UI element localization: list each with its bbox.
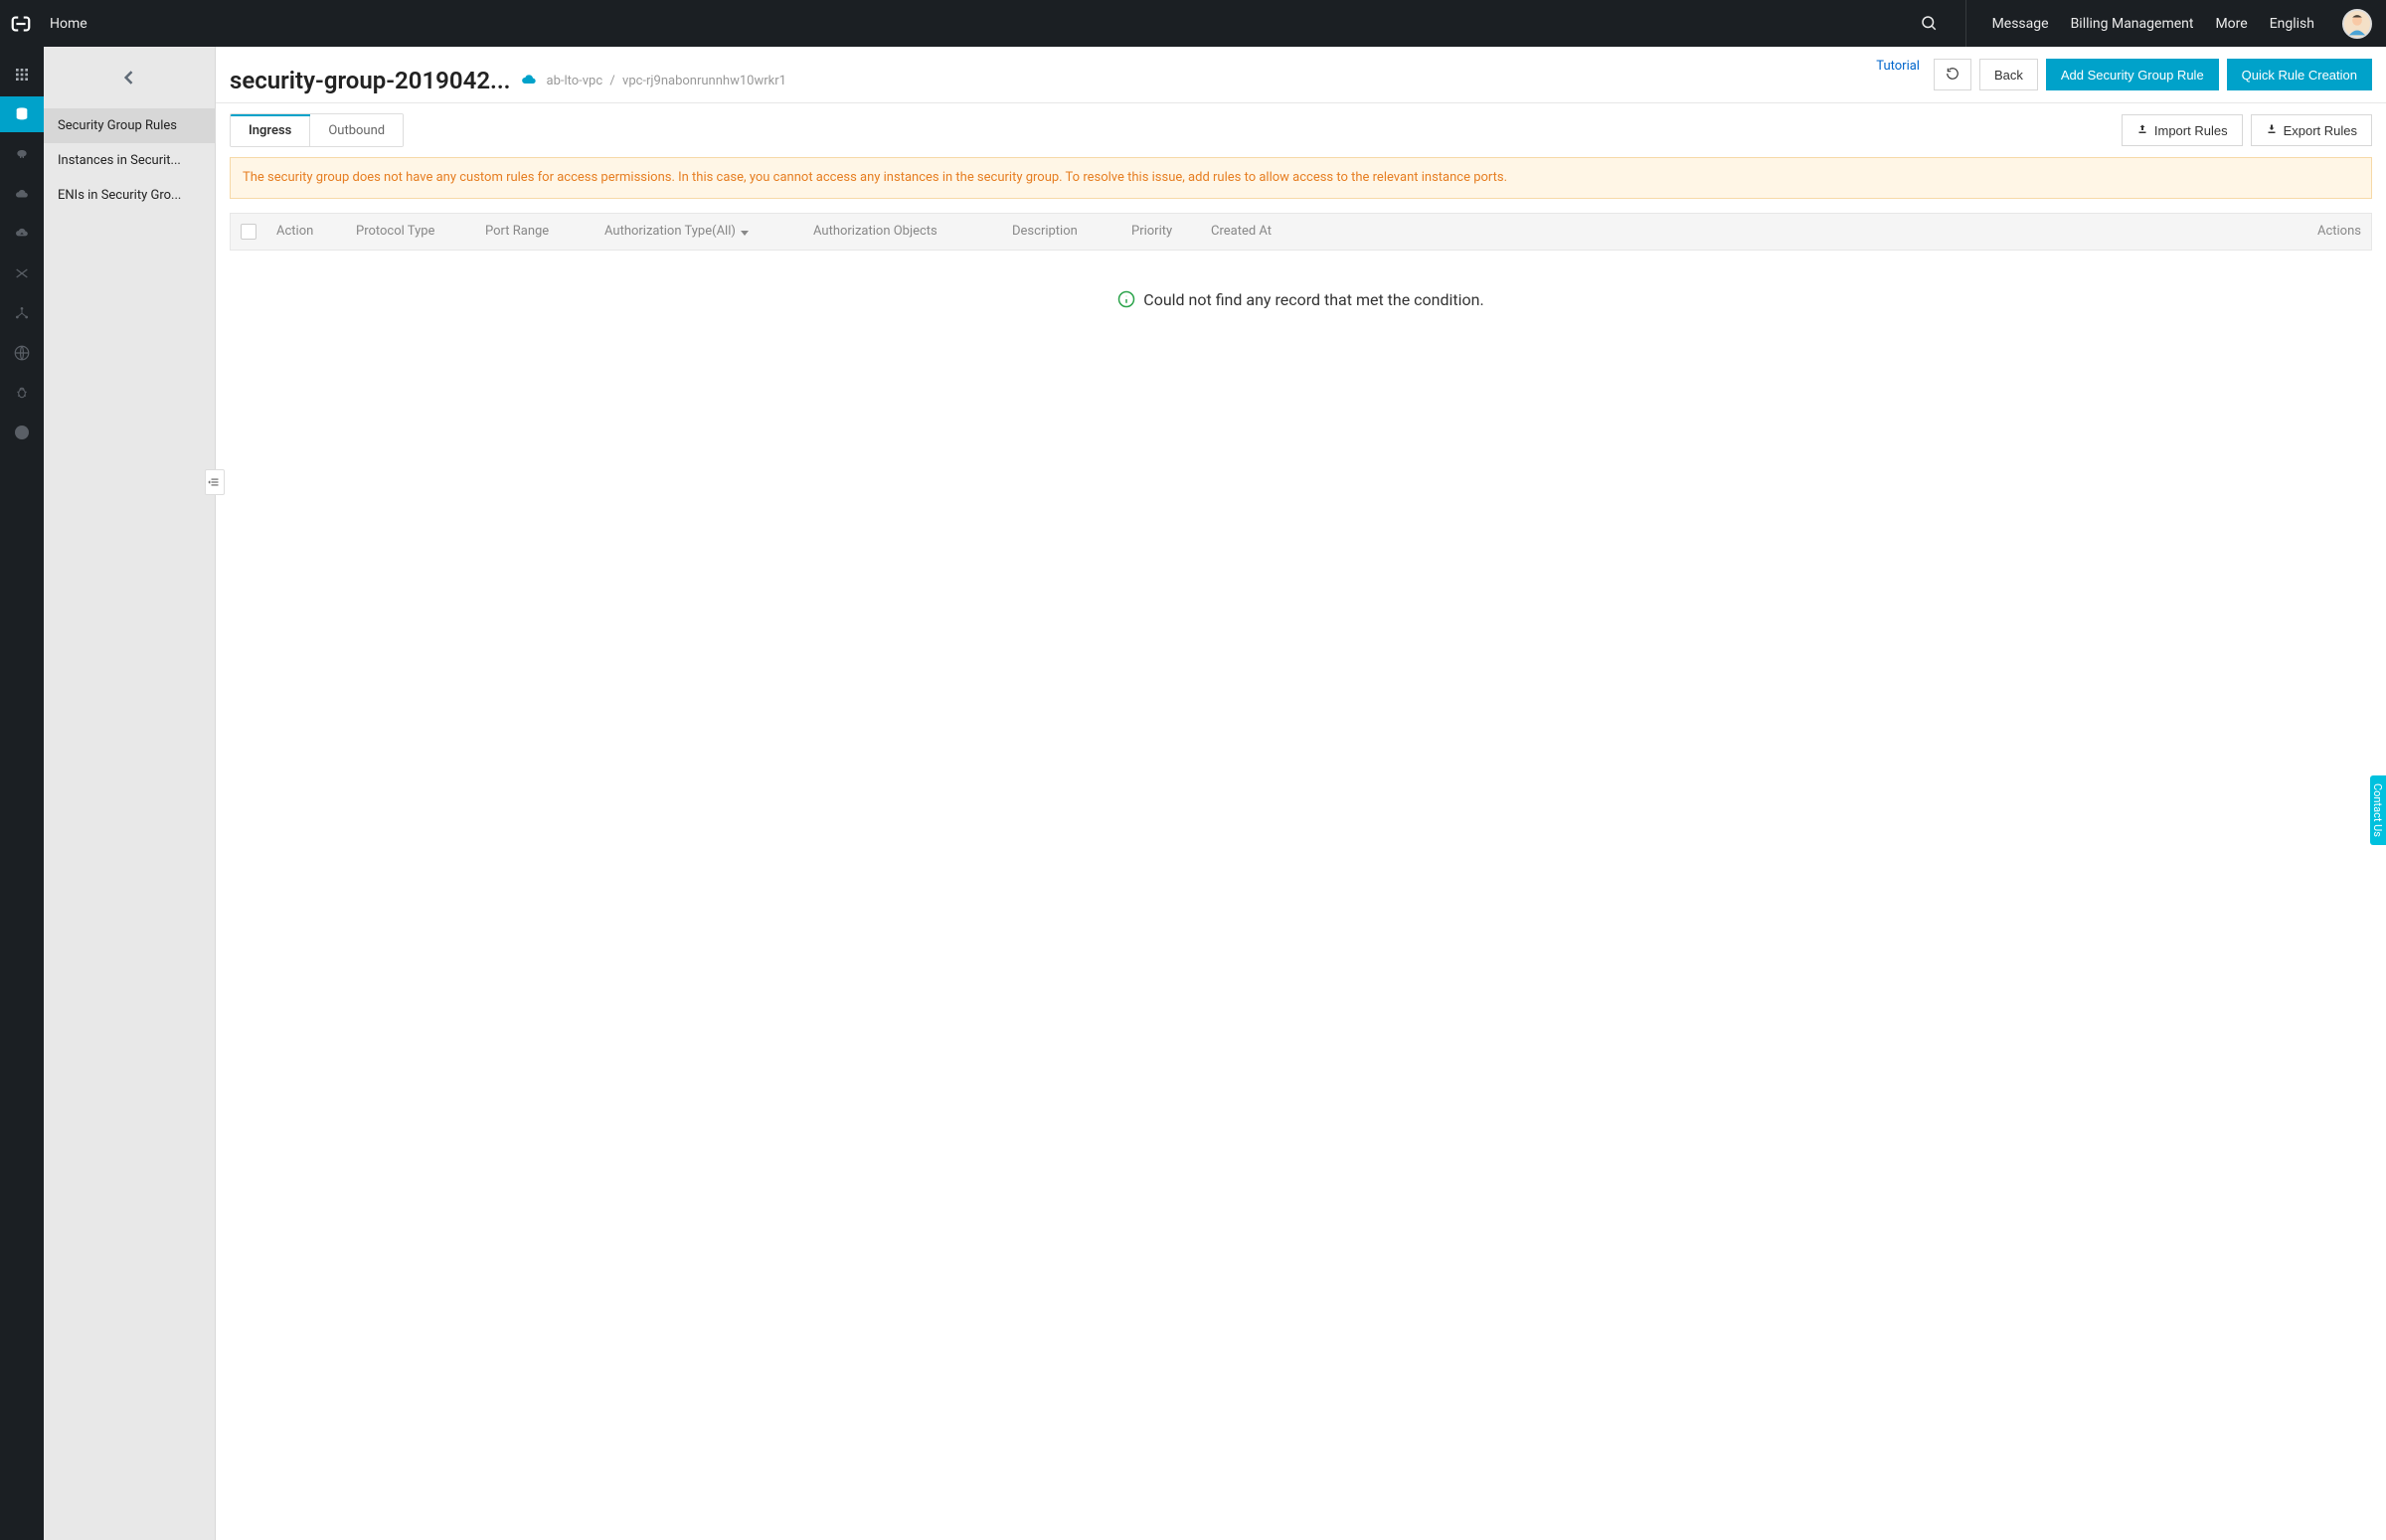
import-rules-label: Import Rules — [2154, 123, 2228, 138]
rail-bug-icon[interactable] — [0, 375, 44, 411]
nav-billing[interactable]: Billing Management — [2071, 16, 2194, 32]
rail-dot-icon[interactable] — [0, 415, 44, 450]
sidebar-item-enis[interactable]: ENIs in Security Gro... — [44, 178, 215, 213]
header-actions: Tutorial Back Add Security Group Rule Qu… — [1876, 59, 2372, 102]
import-rules-button[interactable]: Import Rules — [2122, 114, 2243, 146]
col-description: Description — [1012, 224, 1121, 239]
nav-message[interactable]: Message — [1992, 16, 2049, 32]
refresh-button[interactable] — [1934, 59, 1971, 90]
tabs: Ingress Outbound — [230, 113, 404, 147]
refresh-icon — [1946, 67, 1960, 84]
table-header: Action Protocol Type Port Range Authoriz… — [231, 214, 2371, 250]
nav-language[interactable]: English — [2270, 16, 2314, 32]
tutorial-link[interactable]: Tutorial — [1876, 59, 1920, 90]
breadcrumb-separator: / — [609, 74, 614, 88]
topbar-left: Home — [10, 13, 87, 35]
breadcrumb-vpc-name[interactable]: ab-lto-vpc — [547, 74, 603, 88]
page-header: security-group-2019042... ab-lto-vpc / v… — [216, 47, 2386, 103]
quick-rule-label: Quick Rule Creation — [2242, 68, 2357, 83]
rail-shuffle-icon[interactable] — [0, 256, 44, 291]
page-title: security-group-2019042... — [230, 67, 511, 94]
tab-outbound[interactable]: Outbound — [310, 114, 403, 146]
nav-home[interactable]: Home — [50, 16, 87, 32]
select-all-checkbox[interactable] — [241, 224, 256, 240]
rail-network-icon[interactable] — [0, 295, 44, 331]
col-actions: Actions — [1340, 224, 2361, 239]
tabs-toolbar-row: Ingress Outbound Import Rules Export Rul… — [216, 103, 2386, 147]
col-created-at: Created At — [1211, 224, 1330, 239]
col-priority: Priority — [1131, 224, 1201, 239]
add-security-group-rule-button[interactable]: Add Security Group Rule — [2046, 59, 2219, 90]
tab-ingress[interactable]: Ingress — [231, 114, 310, 146]
sidebar-item-security-group-rules[interactable]: Security Group Rules — [44, 108, 215, 143]
search-icon[interactable] — [1920, 14, 1940, 34]
add-rule-label: Add Security Group Rule — [2061, 68, 2204, 83]
upload-icon — [2136, 123, 2148, 138]
quick-rule-creation-button[interactable]: Quick Rule Creation — [2227, 59, 2372, 90]
no-rules-alert: The security group does not have any cus… — [230, 157, 2372, 199]
caret-down-icon — [740, 227, 750, 237]
sidebar-item-instances[interactable]: Instances in Securit... — [44, 143, 215, 178]
empty-state-text: Could not find any record that met the c… — [1143, 290, 1483, 309]
rail-cloud-arrow-icon[interactable] — [0, 216, 44, 252]
col-authorization-type[interactable]: Authorization Type(All) — [604, 224, 803, 239]
breadcrumb: ab-lto-vpc / vpc-rj9nabonrunnhw10wrkr1 — [547, 74, 786, 88]
topbar: Home Message Billing Management More Eng… — [0, 0, 2386, 47]
export-rules-label: Export Rules — [2284, 123, 2357, 138]
col-protocol: Protocol Type — [356, 224, 475, 239]
col-port: Port Range — [485, 224, 595, 239]
icon-rail — [0, 47, 44, 1540]
brand-logo-icon[interactable] — [10, 13, 32, 35]
avatar[interactable] — [2342, 9, 2372, 39]
main: security-group-2019042... ab-lto-vpc / v… — [216, 47, 2386, 1540]
rail-piggy-icon[interactable] — [0, 136, 44, 172]
back-button-label: Back — [1994, 68, 2023, 83]
topbar-right: Message Billing Management More English — [1920, 0, 2372, 47]
col-authorization-objects: Authorization Objects — [813, 224, 1002, 239]
back-button[interactable]: Back — [1979, 59, 2038, 90]
topbar-divider — [1965, 0, 1966, 47]
body: Security Group Rules Instances in Securi… — [0, 47, 2386, 1540]
download-icon — [2266, 123, 2278, 138]
rail-apps-icon[interactable] — [0, 57, 44, 92]
rail-globe-icon[interactable] — [0, 335, 44, 371]
info-icon — [1117, 290, 1135, 308]
rules-toolbar: Import Rules Export Rules — [2122, 114, 2372, 146]
sidepanel-back[interactable] — [44, 47, 215, 108]
sidepanel: Security Group Rules Instances in Securi… — [44, 47, 216, 1540]
cloud-icon — [521, 74, 537, 87]
col-authorization-type-label: Authorization Type(All) — [604, 224, 736, 239]
sidepanel-collapse-handle[interactable] — [205, 469, 225, 495]
rail-cloud-icon[interactable] — [0, 176, 44, 212]
empty-state: Could not find any record that met the c… — [216, 251, 2386, 329]
chevron-left-icon — [119, 68, 139, 87]
col-action: Action — [276, 224, 346, 239]
contact-us-button[interactable]: Contact Us — [2370, 775, 2386, 845]
rail-database-icon[interactable] — [0, 96, 44, 132]
breadcrumb-vpc-id[interactable]: vpc-rj9nabonrunnhw10wrkr1 — [622, 74, 786, 88]
rules-table: Action Protocol Type Port Range Authoriz… — [230, 213, 2372, 251]
export-rules-button[interactable]: Export Rules — [2251, 114, 2372, 146]
nav-more[interactable]: More — [2215, 16, 2247, 32]
